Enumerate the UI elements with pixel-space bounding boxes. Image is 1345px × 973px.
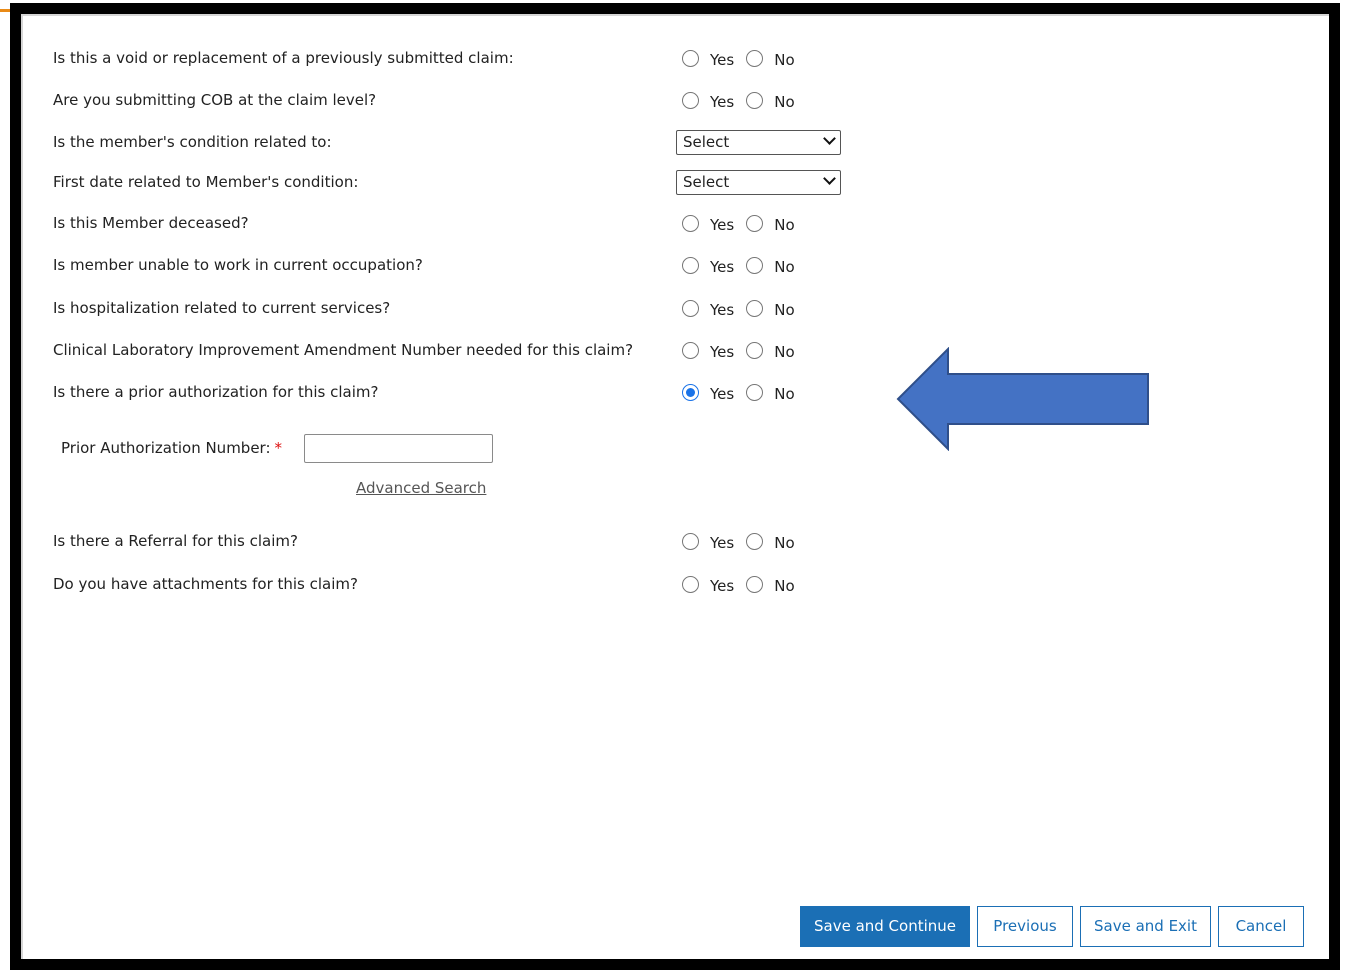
radio-yes[interactable] bbox=[682, 256, 699, 274]
question-void-replacement: Is this a void or replacement of a previ… bbox=[53, 46, 853, 70]
chevron-down-icon bbox=[823, 172, 836, 185]
radio-yes[interactable] bbox=[682, 91, 699, 109]
radio-no[interactable] bbox=[746, 383, 764, 401]
radio-group: Yes No bbox=[682, 572, 807, 596]
radio-yes-label: Yes bbox=[710, 258, 735, 276]
question-label: Is this a void or replacement of a previ… bbox=[53, 49, 514, 67]
radio-no-label: No bbox=[774, 258, 795, 276]
radio-yes[interactable] bbox=[682, 532, 699, 550]
question-label: Is the member's condition related to: bbox=[53, 133, 332, 151]
question-label: Is there a Referral for this claim? bbox=[53, 532, 298, 550]
radio-group: Yes No bbox=[682, 211, 807, 235]
condition-related-select[interactable]: Select bbox=[676, 130, 841, 155]
radio-yes-label: Yes bbox=[710, 93, 735, 111]
radio-no[interactable] bbox=[746, 532, 764, 550]
radio-yes-label: Yes bbox=[710, 216, 735, 234]
question-clia-number: Clinical Laboratory Improvement Amendmen… bbox=[53, 338, 853, 362]
radio-no-label: No bbox=[774, 534, 795, 552]
question-hospitalization: Is hospitalization related to current se… bbox=[53, 296, 853, 320]
radio-yes[interactable] bbox=[682, 383, 699, 401]
question-label: First date related to Member's condition… bbox=[53, 173, 359, 191]
question-cob-claim-level: Are you submitting COB at the claim leve… bbox=[53, 88, 853, 112]
radio-yes-label: Yes bbox=[710, 385, 735, 403]
question-label: Is this Member deceased? bbox=[53, 214, 249, 232]
radio-yes[interactable] bbox=[682, 341, 699, 359]
question-label: Do you have attachments for this claim? bbox=[53, 575, 358, 593]
radio-no-label: No bbox=[774, 577, 795, 595]
required-marker: * bbox=[274, 439, 283, 457]
save-and-continue-button[interactable]: Save and Continue bbox=[800, 906, 970, 947]
radio-no-label: No bbox=[774, 216, 795, 234]
question-unable-to-work: Is member unable to work in current occu… bbox=[53, 253, 853, 277]
radio-yes[interactable] bbox=[682, 49, 699, 67]
radio-group: Yes No bbox=[682, 46, 807, 70]
question-label: Is there a prior authorization for this … bbox=[53, 383, 379, 401]
radio-no-label: No bbox=[774, 343, 795, 361]
question-first-date-condition: First date related to Member's condition… bbox=[53, 170, 853, 195]
radio-no-label: No bbox=[774, 51, 795, 69]
radio-no[interactable] bbox=[746, 575, 764, 593]
first-date-select[interactable]: Select bbox=[676, 170, 841, 195]
select-value: Select bbox=[683, 173, 730, 191]
question-attachments: Do you have attachments for this claim? … bbox=[53, 572, 853, 596]
question-prior-authorization: Is there a prior authorization for this … bbox=[53, 380, 853, 404]
question-label: Are you submitting COB at the claim leve… bbox=[53, 91, 377, 109]
radio-no[interactable] bbox=[746, 299, 764, 317]
question-label: Is hospitalization related to current se… bbox=[53, 299, 391, 317]
radio-group: Yes No bbox=[682, 380, 807, 404]
radio-yes-label: Yes bbox=[710, 534, 735, 552]
question-referral: Is there a Referral for this claim? Yes … bbox=[53, 529, 853, 553]
previous-button[interactable]: Previous bbox=[977, 906, 1073, 947]
radio-group: Yes No bbox=[682, 253, 807, 277]
radio-no-label: No bbox=[774, 385, 795, 403]
radio-group: Yes No bbox=[682, 338, 807, 362]
chevron-down-icon bbox=[823, 132, 836, 145]
radio-no[interactable] bbox=[746, 256, 764, 274]
question-label: Is member unable to work in current occu… bbox=[53, 256, 423, 274]
radio-yes-label: Yes bbox=[710, 577, 735, 595]
advanced-search-link[interactable]: Advanced Search bbox=[356, 476, 486, 500]
select-value: Select bbox=[683, 133, 730, 151]
radio-yes-label: Yes bbox=[710, 51, 735, 69]
prior-auth-label-text: Prior Authorization Number: bbox=[61, 439, 271, 457]
radio-yes[interactable] bbox=[682, 214, 699, 232]
radio-no[interactable] bbox=[746, 91, 764, 109]
prior-auth-label: Prior Authorization Number: * bbox=[61, 436, 282, 460]
radio-yes[interactable] bbox=[682, 575, 699, 593]
radio-yes-label: Yes bbox=[710, 343, 735, 361]
radio-no[interactable] bbox=[746, 49, 764, 67]
save-and-exit-button[interactable]: Save and Exit bbox=[1080, 906, 1211, 947]
radio-yes-label: Yes bbox=[710, 301, 735, 319]
question-condition-related: Is the member's condition related to: Se… bbox=[53, 130, 853, 155]
radio-group: Yes No bbox=[682, 529, 807, 553]
question-member-deceased: Is this Member deceased? Yes No bbox=[53, 211, 853, 235]
radio-no-label: No bbox=[774, 93, 795, 111]
radio-no[interactable] bbox=[746, 341, 764, 359]
radio-group: Yes No bbox=[682, 88, 807, 112]
radio-no[interactable] bbox=[746, 214, 764, 232]
radio-yes[interactable] bbox=[682, 299, 699, 317]
left-arrow-icon bbox=[896, 346, 1151, 452]
prior-auth-number-input[interactable] bbox=[304, 434, 493, 463]
question-label: Clinical Laboratory Improvement Amendmen… bbox=[53, 341, 634, 359]
radio-no-label: No bbox=[774, 301, 795, 319]
radio-group: Yes No bbox=[682, 296, 807, 320]
cancel-button[interactable]: Cancel bbox=[1218, 906, 1304, 947]
